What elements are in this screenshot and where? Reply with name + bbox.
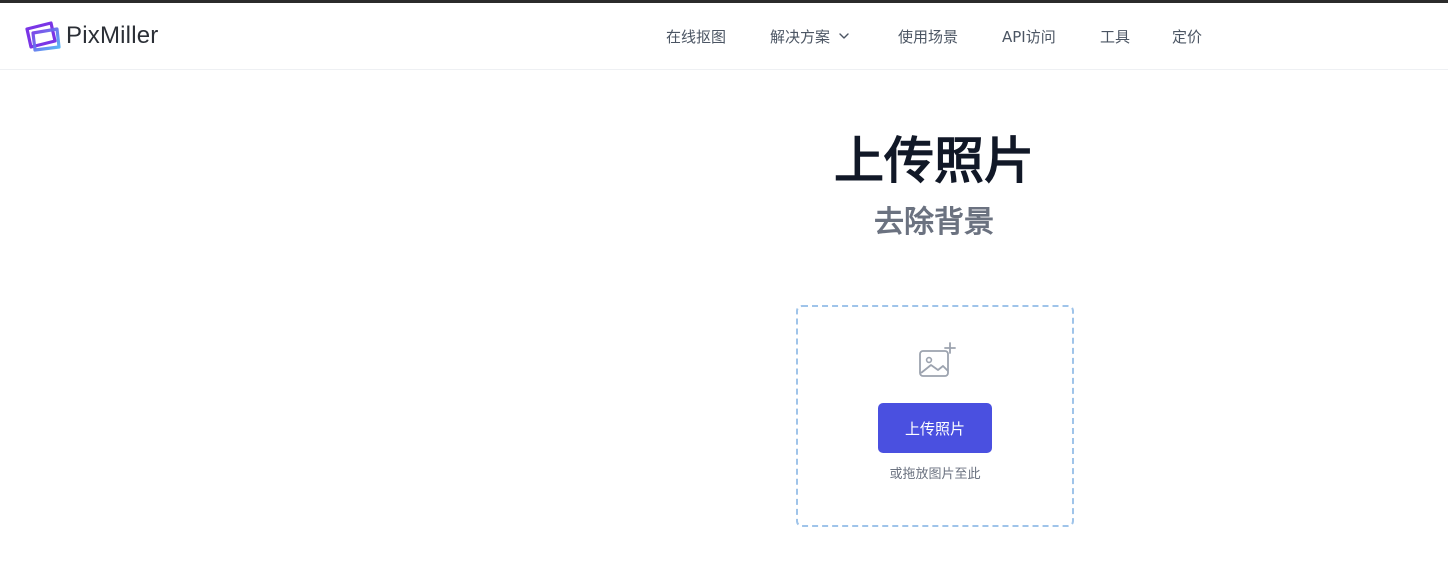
nav-api-access[interactable]: API访问 — [1002, 3, 1056, 69]
page-title: 上传照片 — [834, 132, 1034, 190]
nav-label: 定价 — [1172, 27, 1203, 46]
nav-solutions[interactable]: 解决方案 — [770, 3, 850, 69]
nav-use-cases[interactable]: 使用场景 — [898, 3, 958, 69]
nav-label: API访问 — [1002, 27, 1056, 46]
nav-label: 在线抠图 — [666, 27, 727, 46]
main-nav: 在线抠图 解决方案 使用场景 API访问 工具 定价 — [0, 3, 1448, 69]
drop-hint: 或拖放图片至此 — [889, 467, 981, 482]
nav-label: 解决方案 — [770, 27, 831, 46]
site-header: PixMiller 在线抠图 解决方案 使用场景 API访问 工具 定价 — [0, 3, 1448, 70]
upload-photo-button[interactable]: 上传照片 — [878, 403, 992, 453]
nav-label: 使用场景 — [898, 27, 959, 46]
add-image-icon — [919, 342, 956, 377]
page-subtitle: 去除背景 — [874, 205, 994, 240]
nav-tools[interactable]: 工具 — [1100, 3, 1130, 69]
nav-label: 工具 — [1100, 27, 1131, 46]
upload-dropzone[interactable]: 上传照片 或拖放图片至此 — [796, 305, 1074, 527]
nav-pricing[interactable]: 定价 — [1172, 3, 1202, 69]
nav-online-cutout[interactable]: 在线抠图 — [666, 3, 726, 69]
chevron-down-icon — [839, 33, 849, 39]
